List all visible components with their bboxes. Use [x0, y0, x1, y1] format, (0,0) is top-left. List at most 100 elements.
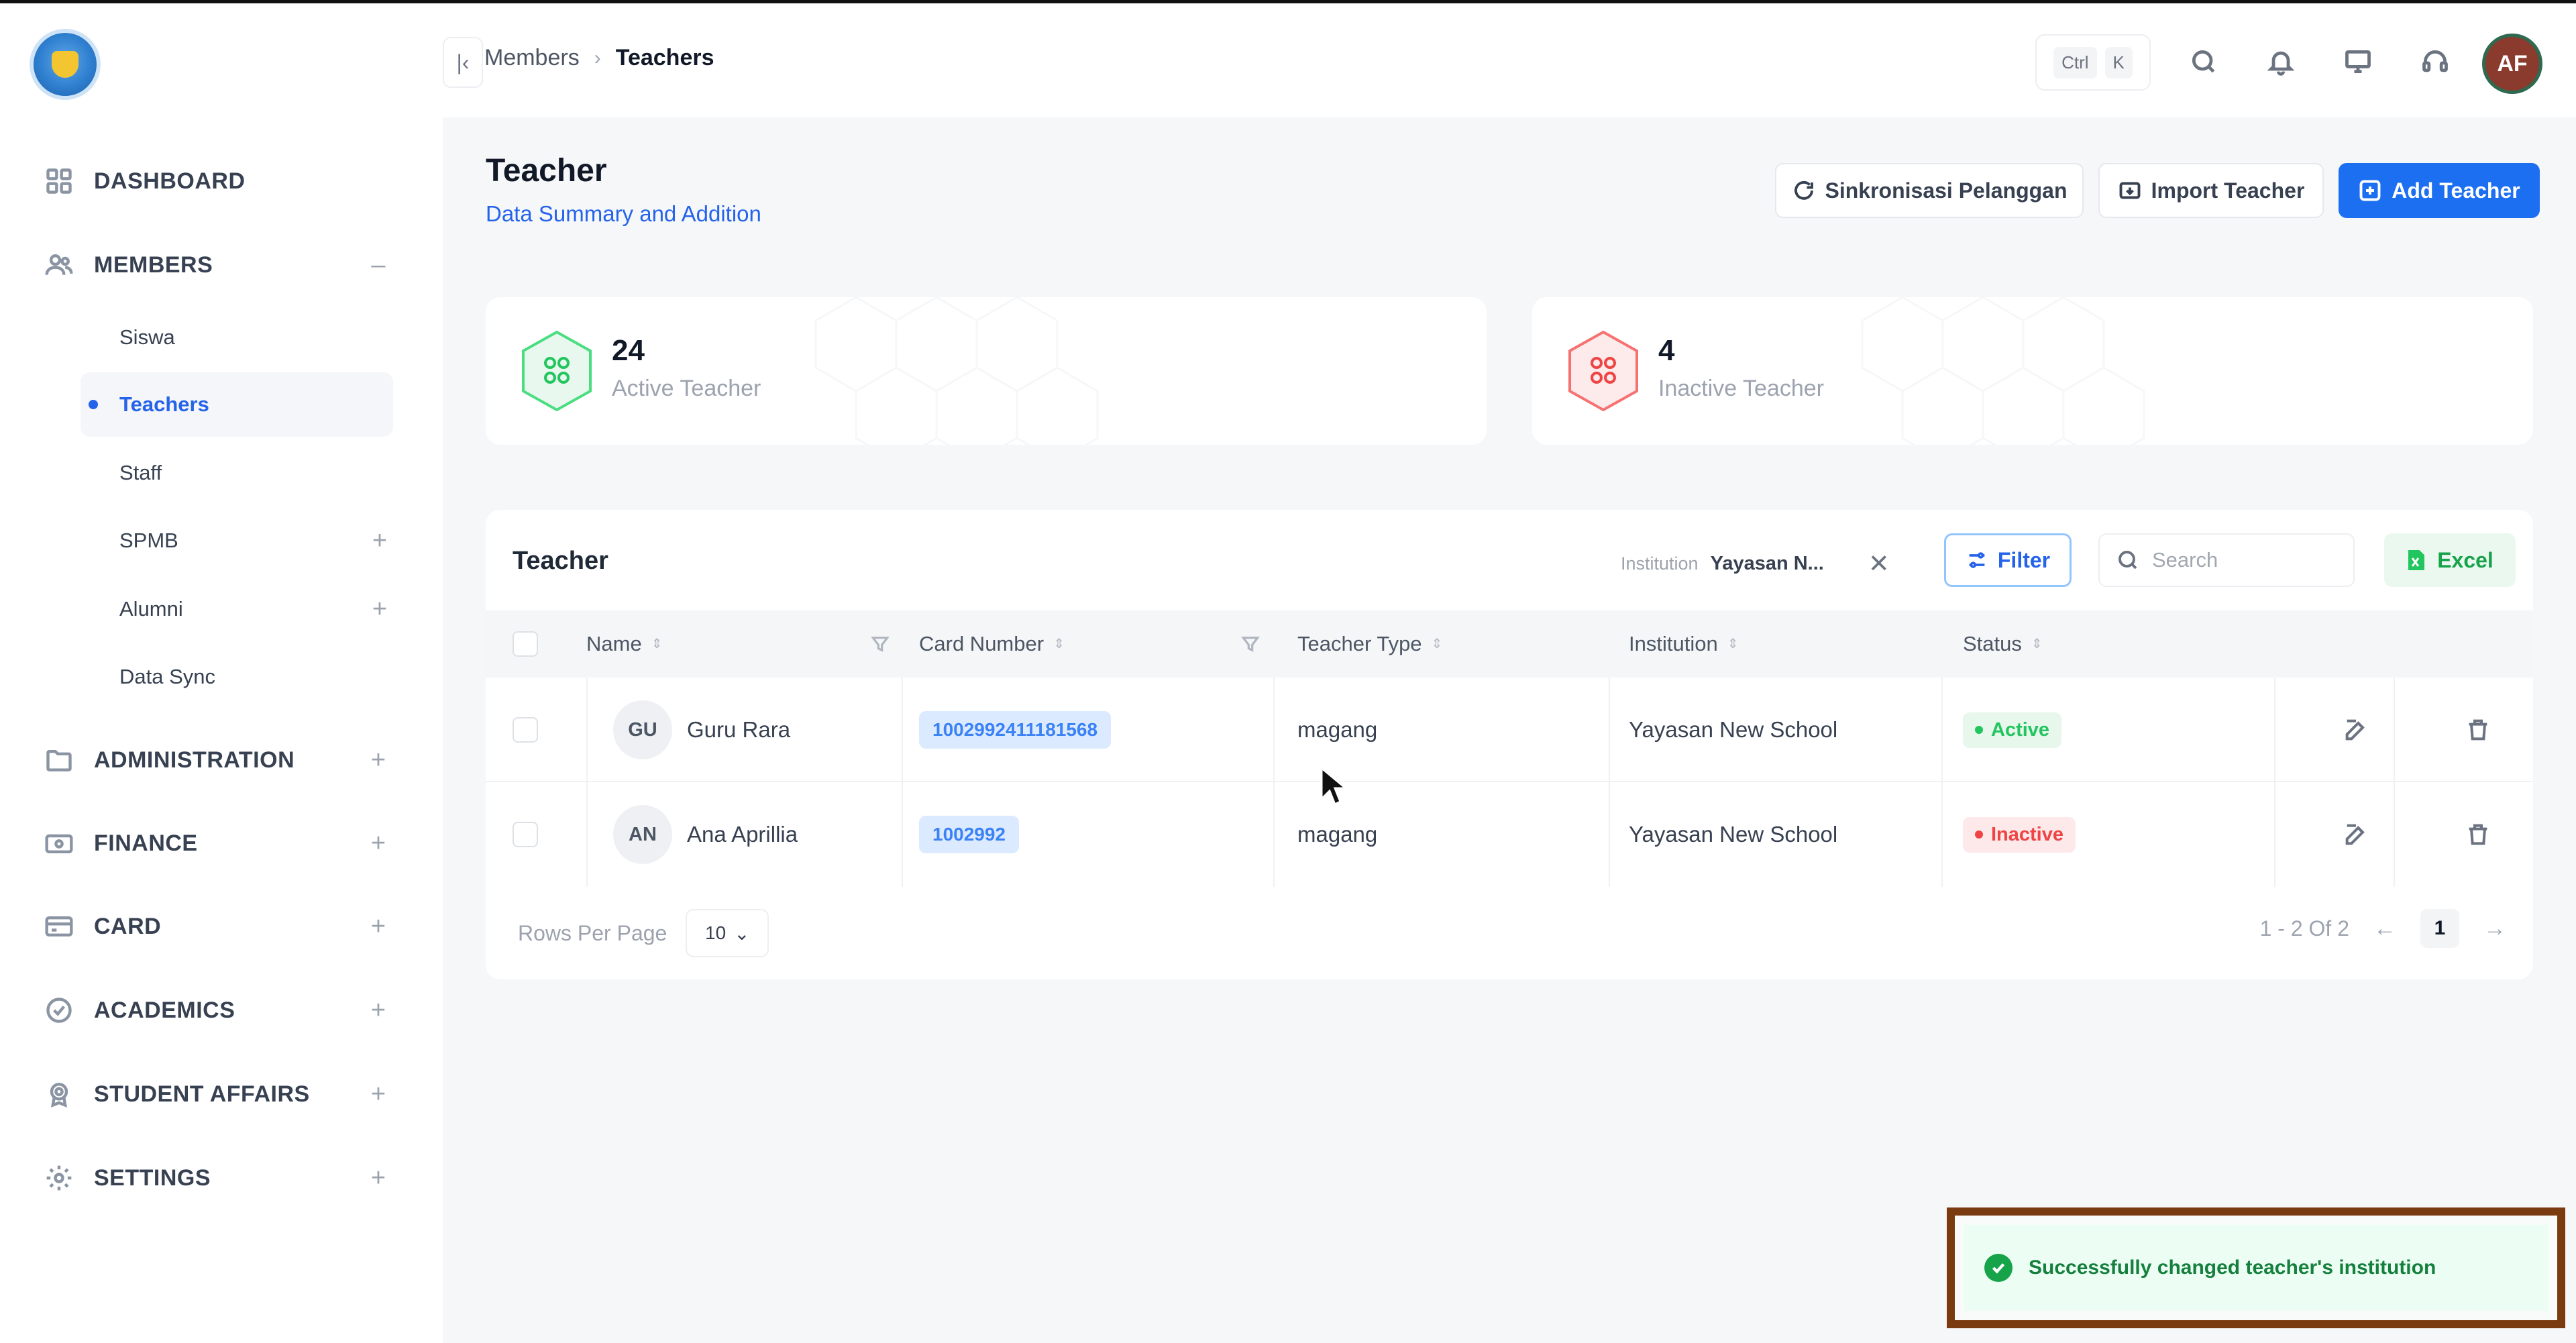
trash-icon[interactable]	[2465, 782, 2491, 887]
sidebar-item-siswa[interactable]: Siswa	[80, 305, 393, 370]
table-row[interactable]: GU Guru Rara 1002992411181568 magang Yay…	[486, 678, 2533, 782]
sidebar-item-data-sync[interactable]: Data Sync	[80, 645, 393, 709]
nav-members[interactable]: MEMBERS –	[43, 238, 392, 292]
card-cell: 1002992411181568	[919, 678, 1112, 782]
row-checkbox[interactable]	[513, 678, 538, 782]
nav-label: FINANCE	[94, 830, 198, 856]
sub-label: Siswa	[119, 325, 175, 349]
command-shortcut[interactable]: Ctrl K	[2035, 34, 2151, 91]
column-filter-icon[interactable]	[1240, 633, 1261, 655]
trash-icon[interactable]	[2465, 678, 2491, 782]
institution-filter-chip: Institution Yayasan N... ✕	[1621, 549, 1890, 579]
sync-customers-button[interactable]: Sinkronisasi Pelanggan	[1775, 163, 2084, 218]
column-divider	[1273, 678, 1275, 781]
sidebar-item-teachers[interactable]: Teachers	[80, 372, 393, 437]
expand-icon[interactable]: +	[365, 912, 392, 941]
nav-student-affairs[interactable]: STUDENT AFFAIRS +	[43, 1067, 392, 1121]
nav-finance[interactable]: FINANCE +	[43, 816, 392, 870]
add-label: Add Teacher	[2392, 178, 2520, 203]
column-divider	[2394, 678, 2395, 781]
sort-icon[interactable]: ⇕	[1727, 637, 1739, 651]
name-cell: AN Ana Aprillia	[613, 782, 798, 887]
expand-icon[interactable]: +	[365, 996, 392, 1025]
add-teacher-button[interactable]: Add Teacher	[2339, 163, 2540, 218]
expand-icon[interactable]: +	[366, 595, 393, 624]
search-field[interactable]	[2098, 533, 2355, 587]
column-divider	[2394, 782, 2395, 887]
kbd-ctrl: Ctrl	[2053, 46, 2097, 78]
avatar: GU	[613, 700, 672, 759]
column-institution[interactable]: Institution ⇕	[1629, 610, 1738, 678]
rows-per-page-select[interactable]: 10 ⌄	[686, 909, 769, 957]
stat-card-inactive: 4 Inactive Teacher	[1532, 297, 2533, 445]
sort-icon[interactable]: ⇕	[651, 637, 663, 651]
breadcrumb-teachers: Teachers	[615, 45, 714, 70]
app-logo[interactable]	[30, 29, 101, 100]
filter-key: Institution	[1621, 553, 1699, 574]
stat-card-active: 24 Active Teacher	[486, 297, 1487, 445]
top-bar: |‹ Members › Teachers Ctrl K AF	[443, 3, 2576, 117]
edit-icon[interactable]	[2343, 678, 2369, 782]
monitor-icon[interactable]	[2341, 45, 2375, 78]
nav-card[interactable]: CARD +	[43, 900, 392, 953]
page-info: 1 - 2 Of 2	[2259, 916, 2349, 941]
toast-message: Successfully changed teacher's instituti…	[2029, 1256, 2436, 1279]
success-toast[interactable]: Successfully changed teacher's instituti…	[1964, 1225, 2548, 1311]
filter-button[interactable]: Filter	[1944, 533, 2072, 587]
expand-icon[interactable]: +	[365, 746, 392, 775]
status-cell: Inactive	[1963, 782, 2076, 887]
column-divider	[902, 782, 903, 887]
sidebar-item-spmb[interactable]: SPMB +	[80, 508, 393, 573]
nav-dashboard[interactable]: DASHBOARD	[43, 154, 392, 208]
import-teacher-button[interactable]: Import Teacher	[2098, 163, 2324, 218]
prev-page-icon[interactable]: ←	[2373, 916, 2396, 942]
column-divider	[2274, 782, 2275, 887]
active-dot	[89, 400, 98, 409]
sort-icon[interactable]: ⇕	[1432, 637, 1443, 651]
sort-icon[interactable]: ⇕	[1053, 637, 1065, 651]
headset-icon[interactable]	[2418, 45, 2452, 78]
nav-label: CARD	[94, 913, 162, 939]
select-all-checkbox[interactable]	[513, 610, 538, 678]
expand-icon[interactable]: +	[365, 1164, 392, 1193]
sidebar-item-staff[interactable]: Staff	[80, 441, 393, 505]
collapse-sidebar-button[interactable]: |‹	[443, 37, 483, 88]
teacher-name: Guru Rara	[687, 717, 791, 742]
clear-filter-icon[interactable]: ✕	[1868, 549, 1890, 579]
filter-value: Yayasan N...	[1710, 553, 1824, 574]
table-row[interactable]: AN Ana Aprillia 1002992 magang Yayasan N…	[486, 782, 2533, 887]
excel-export-button[interactable]: Excel	[2384, 533, 2516, 587]
bell-icon[interactable]	[2264, 45, 2298, 78]
pagination: 1 - 2 Of 2 ← 1 →	[2260, 909, 2506, 948]
column-status[interactable]: Status ⇕	[1963, 610, 2043, 678]
next-page-icon[interactable]: →	[2483, 916, 2506, 942]
column-card-number[interactable]: Card Number ⇕	[919, 610, 1065, 678]
sidebar-item-alumni[interactable]: Alumni +	[80, 577, 393, 641]
check-circle-icon	[1984, 1254, 2012, 1282]
edit-icon[interactable]	[2343, 782, 2369, 887]
nav-label: SETTINGS	[94, 1165, 211, 1191]
plus-icon	[2359, 180, 2381, 201]
column-name[interactable]: Name ⇕	[586, 610, 662, 678]
column-divider	[1941, 782, 1943, 887]
search-icon[interactable]	[2187, 45, 2220, 78]
nav-administration[interactable]: ADMINISTRATION +	[43, 733, 392, 787]
chevron-right-icon: ›	[594, 46, 601, 69]
expand-icon[interactable]: +	[366, 527, 393, 555]
collapse-icon[interactable]: –	[365, 251, 392, 280]
expand-icon[interactable]: +	[365, 1080, 392, 1109]
row-checkbox[interactable]	[513, 782, 538, 887]
column-filter-icon[interactable]	[869, 633, 891, 655]
badge-icon	[43, 1078, 75, 1110]
nav-label: MEMBERS	[94, 252, 213, 278]
nav-settings[interactable]: SETTINGS +	[43, 1151, 392, 1205]
main-content: |‹ Members › Teachers Ctrl K AF Teacher …	[443, 3, 2576, 1343]
column-teacher-type[interactable]: Teacher Type ⇕	[1297, 610, 1442, 678]
nav-academics[interactable]: ACADEMICS +	[43, 983, 392, 1037]
page-number-button[interactable]: 1	[2420, 909, 2459, 948]
expand-icon[interactable]: +	[365, 829, 392, 858]
user-avatar[interactable]: AF	[2482, 34, 2542, 94]
breadcrumb-members[interactable]: Members	[484, 45, 580, 71]
sort-icon[interactable]: ⇕	[2031, 637, 2043, 651]
search-input[interactable]	[2152, 548, 2340, 572]
